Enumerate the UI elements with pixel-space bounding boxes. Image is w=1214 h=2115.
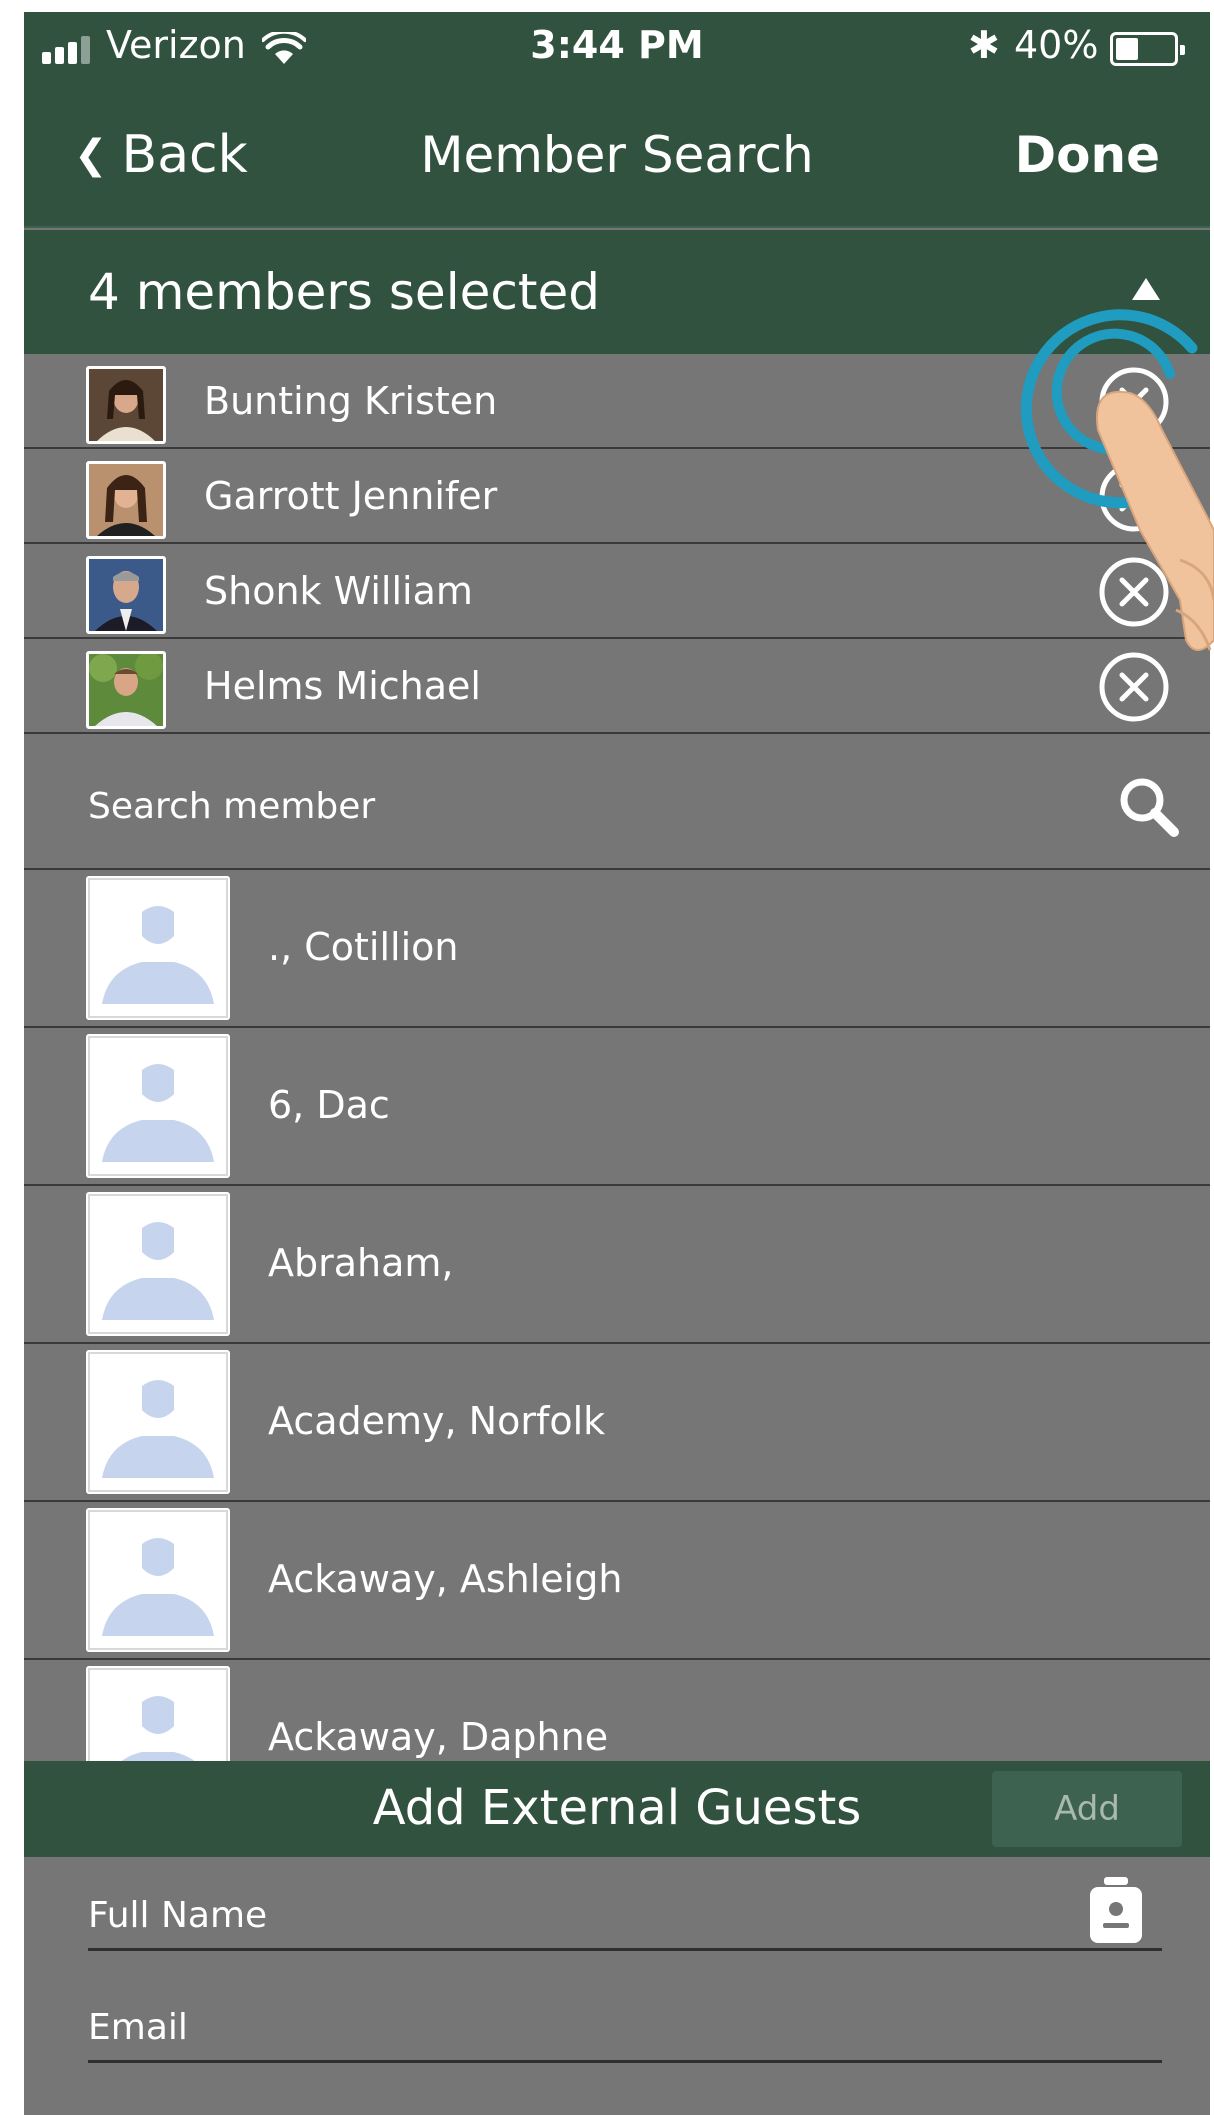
email-input[interactable] (88, 1999, 1048, 2055)
member-photo (86, 651, 166, 729)
result-name: ., Cotillion (268, 925, 459, 969)
selected-count-label: 4 members selected (88, 263, 600, 321)
collapse-arrow-icon[interactable] (1132, 278, 1160, 300)
default-avatar-icon (86, 1508, 230, 1652)
search-input[interactable] (88, 778, 988, 834)
battery-icon (1110, 32, 1185, 66)
status-bar: Verizon 3:44 PM ✱ 40% (24, 12, 1210, 82)
bluetooth-icon: ✱ (968, 23, 1000, 67)
result-row[interactable]: Ackaway, Ashleigh (24, 1502, 1210, 1660)
email-field (88, 1991, 1162, 2063)
remove-member-icon[interactable] (1098, 651, 1170, 723)
result-row[interactable]: 6, Dac (24, 1028, 1210, 1186)
remove-member-icon[interactable] (1098, 556, 1170, 628)
member-photo (86, 461, 166, 539)
member-name: Shonk William (204, 569, 473, 613)
result-row[interactable]: Academy, Norfolk (24, 1344, 1210, 1502)
result-name: Academy, Norfolk (268, 1399, 606, 1443)
selected-member-row: Shonk William (24, 544, 1210, 639)
add-guest-button[interactable]: Add (992, 1771, 1182, 1847)
default-avatar-icon (86, 1666, 230, 1770)
result-name: 6, Dac (268, 1083, 390, 1127)
default-avatar-icon (86, 1192, 230, 1336)
member-search-bar (24, 744, 1210, 870)
app-screen: Verizon 3:44 PM ✱ 40% ❮ Back Member Sear… (24, 12, 1210, 2115)
remove-member-icon[interactable] (1098, 461, 1170, 533)
battery-percentage: 40% (1014, 23, 1099, 67)
full-name-input[interactable] (88, 1887, 1048, 1943)
member-photo (86, 366, 166, 444)
result-row[interactable]: ., Cotillion (24, 870, 1210, 1028)
default-avatar-icon (86, 1350, 230, 1494)
result-row[interactable]: Ackaway, Daphne (24, 1660, 1210, 1770)
default-avatar-icon (86, 876, 230, 1020)
result-name: Abraham, (268, 1241, 454, 1285)
selected-member-row: Bunting Kristen (24, 354, 1210, 449)
result-row[interactable]: Abraham, (24, 1186, 1210, 1344)
selected-members-list: Bunting Kristen Garrott Jennifer Shonk W… (24, 354, 1210, 734)
result-name: Ackaway, Ashleigh (268, 1557, 623, 1601)
member-name: Bunting Kristen (204, 379, 498, 423)
external-guests-header: Add External Guests Add (24, 1761, 1210, 1857)
member-name: Garrott Jennifer (204, 474, 498, 518)
selected-members-header[interactable]: 4 members selected (24, 230, 1210, 354)
result-name: Ackaway, Daphne (268, 1715, 609, 1759)
full-name-field (88, 1877, 1162, 1951)
member-photo (86, 556, 166, 634)
search-icon[interactable] (1116, 774, 1180, 838)
navigation-bar: ❮ Back Member Search Done (24, 82, 1210, 228)
search-results-list: ., Cotillion 6, Dac Abraham, Academy, No… (24, 870, 1210, 1770)
member-name: Helms Michael (204, 664, 481, 708)
selected-member-row: Helms Michael (24, 639, 1210, 734)
selected-member-row: Garrott Jennifer (24, 449, 1210, 544)
external-guest-form (24, 1857, 1210, 2115)
default-avatar-icon (86, 1034, 230, 1178)
remove-member-icon[interactable] (1098, 366, 1170, 438)
contact-card-icon[interactable] (1086, 1877, 1146, 1947)
done-button[interactable]: Done (1015, 120, 1160, 190)
